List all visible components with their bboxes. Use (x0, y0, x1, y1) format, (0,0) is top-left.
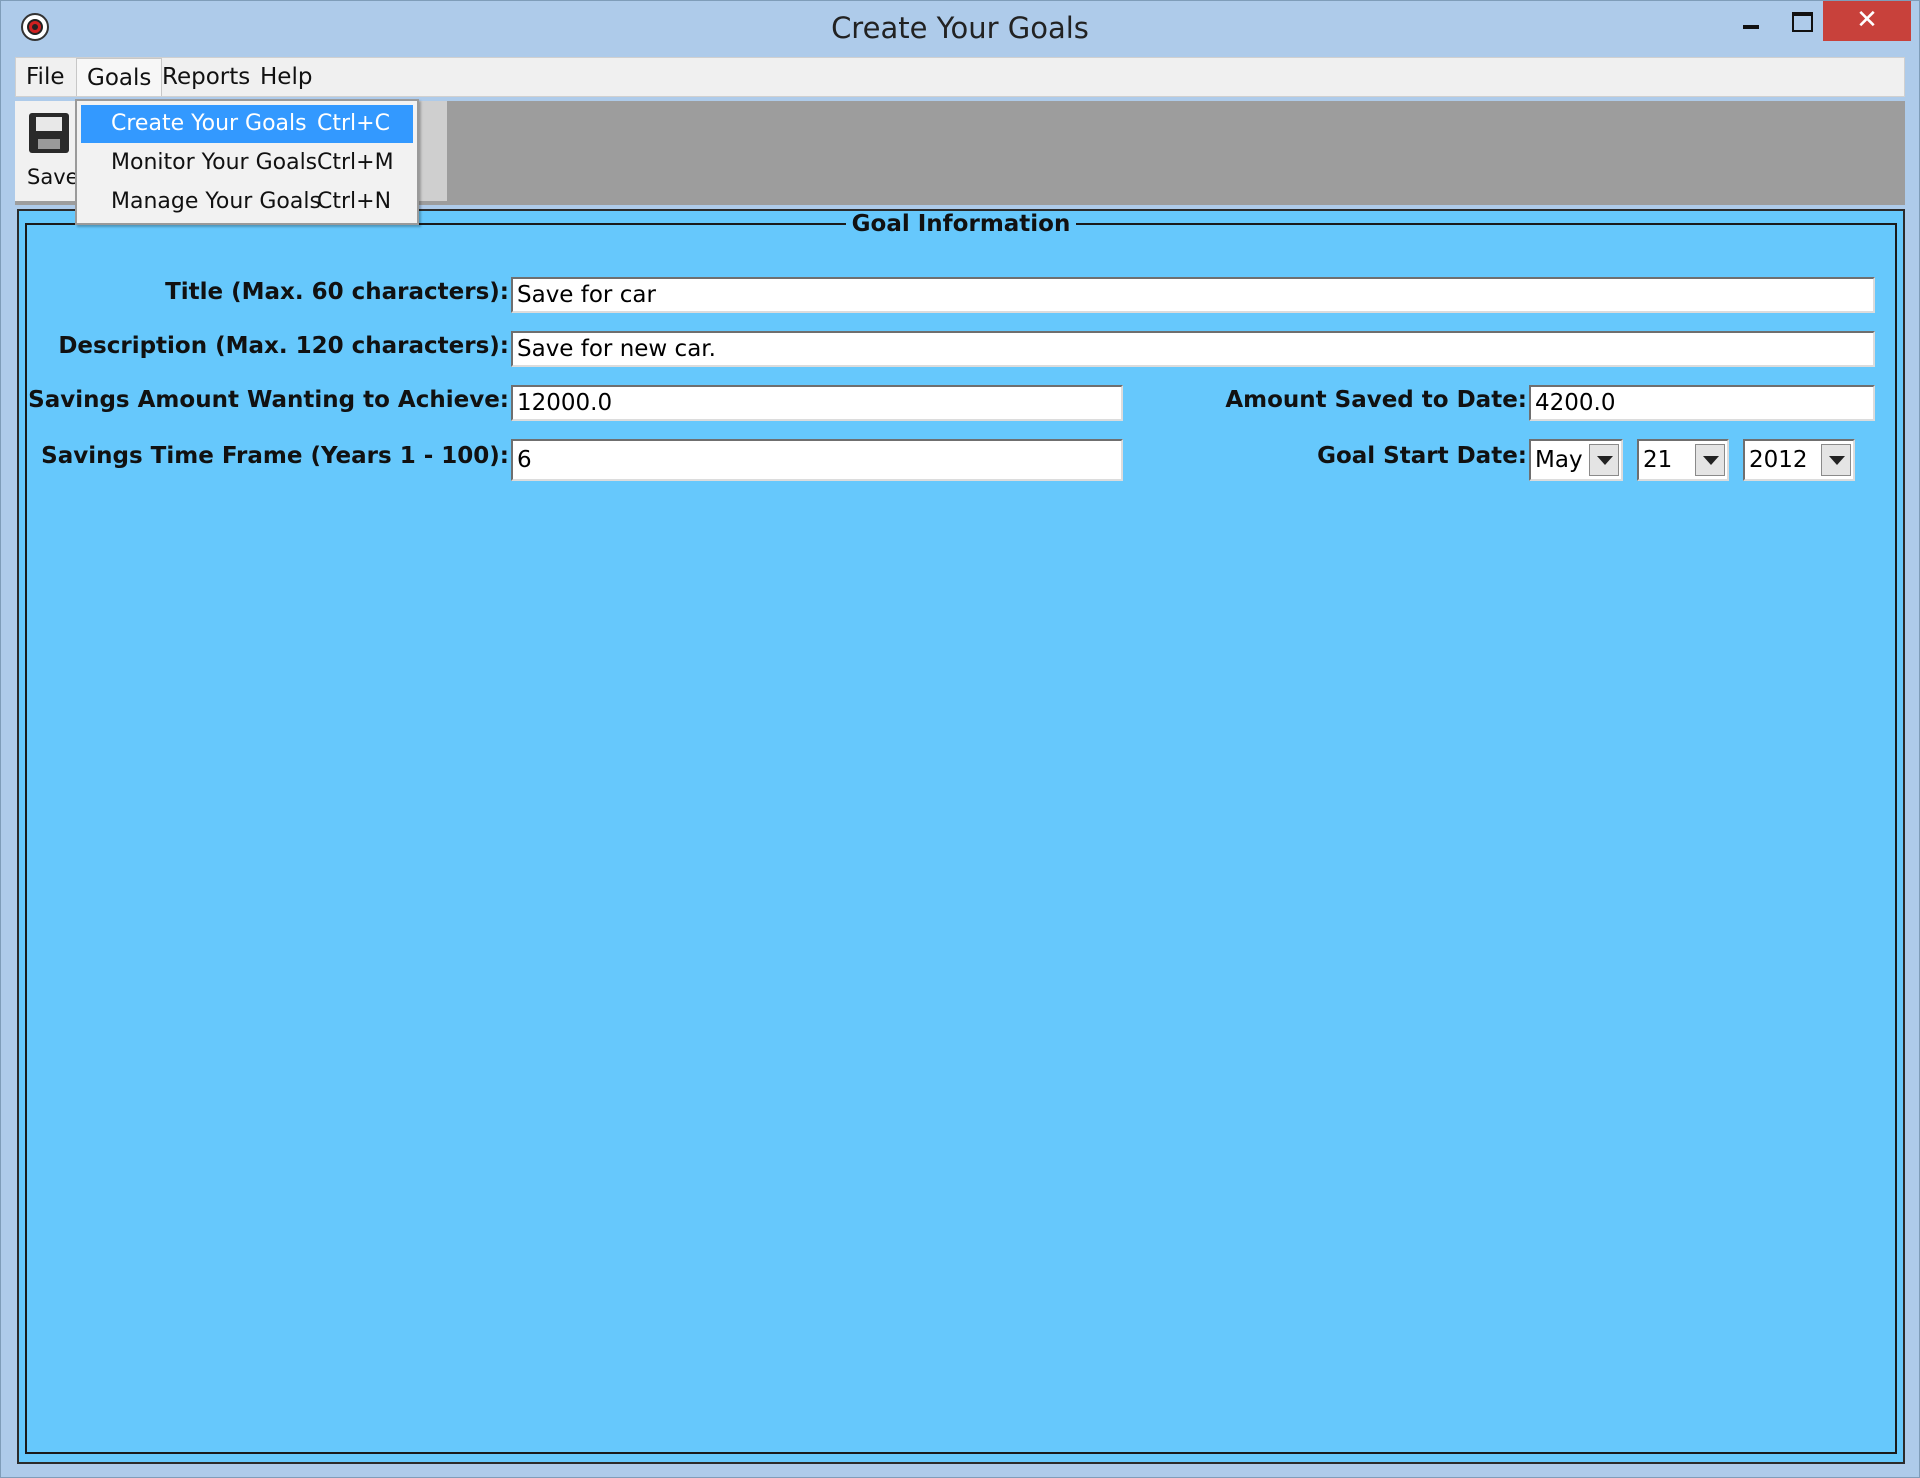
menu-item-monitor-goals[interactable]: Monitor Your Goals Ctrl+M (81, 144, 413, 182)
chevron-down-icon[interactable] (1821, 444, 1851, 476)
goal-information-panel: Goal Information Title (Max. 60 characte… (17, 209, 1905, 1464)
menu-file[interactable]: File (16, 58, 75, 96)
menu-item-shortcut: Ctrl+C (317, 111, 390, 136)
chevron-down-icon[interactable] (1589, 444, 1619, 476)
menu-item-shortcut: Ctrl+N (317, 189, 392, 214)
window-title: Create Your Goals (831, 11, 1089, 45)
goals-menu-dropdown: Create Your Goals Ctrl+C Monitor Your Go… (75, 99, 419, 225)
maximize-icon (1792, 12, 1813, 32)
minimize-icon (1743, 25, 1759, 29)
minimize-button[interactable] (1723, 1, 1779, 41)
floppy-disk-icon (29, 113, 69, 153)
description-input[interactable]: Save for new car. (511, 331, 1875, 367)
start-year-value: 2012 (1749, 447, 1808, 473)
chevron-down-icon[interactable] (1695, 444, 1725, 476)
timeframe-label: Savings Time Frame (Years 1 - 100): (41, 443, 509, 469)
menu-help[interactable]: Help (250, 58, 322, 96)
start-month-value: May (1535, 447, 1583, 473)
start-day-select[interactable]: 21 (1637, 439, 1729, 481)
start-year-select[interactable]: 2012 (1743, 439, 1855, 481)
menu-item-label: Create Your Goals (111, 111, 307, 136)
save-button-label: Save (27, 165, 79, 189)
amount-label: Savings Amount Wanting to Achieve: (28, 387, 509, 413)
timeframe-input[interactable]: 6 (511, 439, 1123, 481)
save-button[interactable]: Save (15, 101, 79, 201)
start-date-label: Goal Start Date: (1317, 443, 1527, 469)
close-button[interactable]: ✕ (1823, 1, 1911, 41)
start-month-select[interactable]: May (1529, 439, 1623, 481)
title-bar: Create Your Goals ✕ (1, 1, 1919, 57)
menu-item-label: Manage Your Goals (111, 189, 321, 214)
menu-bar: File Goals Reports Help (15, 57, 1905, 97)
saved-input[interactable]: 4200.0 (1529, 385, 1875, 421)
group-title-text: Goal Information (845, 211, 1077, 237)
amount-input[interactable]: 12000.0 (511, 385, 1123, 421)
title-label: Title (Max. 60 characters): (165, 279, 509, 305)
saved-label: Amount Saved to Date: (1225, 387, 1527, 413)
title-input[interactable]: Save for car (511, 277, 1875, 313)
app-window: Create Your Goals ✕ File Goals Reports H… (0, 0, 1920, 1478)
toolbar-separator (417, 101, 447, 201)
start-day-value: 21 (1643, 447, 1673, 473)
menu-item-create-goals[interactable]: Create Your Goals Ctrl+C (81, 105, 413, 143)
description-label: Description (Max. 120 characters): (58, 333, 509, 359)
menu-item-manage-goals[interactable]: Manage Your Goals Ctrl+N (81, 183, 413, 221)
close-icon: ✕ (1856, 5, 1878, 35)
maximize-button[interactable] (1773, 1, 1829, 41)
menu-reports[interactable]: Reports (152, 58, 260, 96)
menu-item-shortcut: Ctrl+M (317, 150, 394, 175)
menu-item-label: Monitor Your Goals (111, 150, 318, 175)
menu-goals[interactable]: Goals (76, 58, 163, 96)
